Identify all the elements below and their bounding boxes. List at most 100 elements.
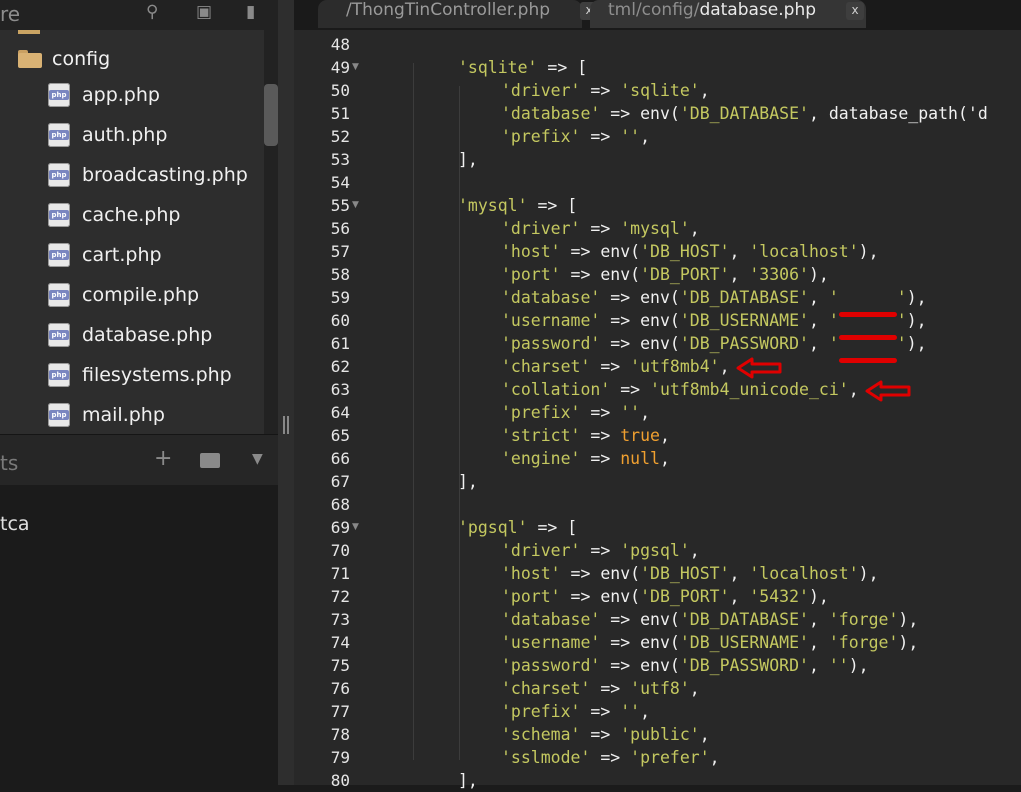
annotation-arrow-icon xyxy=(865,380,911,401)
code-line[interactable]: 'database' => env('DB_DATABASE', 'forge'… xyxy=(360,608,918,631)
tab-bar: /ThongTinController.php x tml/config/dat… xyxy=(294,0,1021,30)
php-file-icon: php xyxy=(48,203,70,227)
code-line[interactable]: ], xyxy=(360,470,478,493)
php-file-icon: php xyxy=(48,403,70,427)
code-line[interactable]: 'prefix' => '', xyxy=(360,700,650,723)
close-icon[interactable]: x xyxy=(846,2,864,20)
line-number: 54 xyxy=(330,173,350,192)
file-label: filesystems.php xyxy=(82,364,232,386)
chevron-down-icon[interactable]: ▼ xyxy=(252,451,263,467)
code-line[interactable]: 'port' => env('DB_PORT', '5432'), xyxy=(360,585,829,608)
line-number: 74 xyxy=(330,633,350,652)
line-number: 73 xyxy=(330,610,350,629)
annotation-arrow-icon xyxy=(736,357,781,378)
file-item[interactable]: php cache.php xyxy=(48,200,180,230)
file-label: auth.php xyxy=(82,124,168,146)
line-number: 78 xyxy=(330,725,350,744)
line-number: 52 xyxy=(330,127,350,146)
line-number: 72 xyxy=(330,587,350,606)
search-icon[interactable]: ⚲ xyxy=(146,2,158,22)
archive-icon[interactable]: ▣ xyxy=(196,2,212,22)
code-line[interactable]: 'engine' => null, xyxy=(360,447,670,470)
tab-thongtincontroller[interactable]: /ThongTinController.php x xyxy=(318,0,598,28)
line-number: 64 xyxy=(330,403,350,422)
code-line[interactable]: 'charset' => 'utf8', xyxy=(360,677,700,700)
line-number: 55 xyxy=(330,196,350,215)
pane-splitter[interactable] xyxy=(278,0,294,785)
line-number: 62 xyxy=(330,357,350,376)
code-line[interactable]: ], xyxy=(360,148,478,171)
line-number: 53 xyxy=(330,150,350,169)
code-line[interactable]: 'strict' => true, xyxy=(360,424,670,447)
code-line[interactable]: 'port' => env('DB_PORT', '3306'), xyxy=(360,263,829,286)
code-line[interactable]: 'mysql' => [ xyxy=(360,194,577,217)
sidebar-header-label: re xyxy=(0,2,21,26)
project-item[interactable]: tca xyxy=(0,513,30,535)
folder-icon xyxy=(18,50,42,68)
fold-toggle-icon[interactable]: ▼ xyxy=(352,62,359,72)
line-number: 49 xyxy=(330,58,350,77)
code-line[interactable]: 'password' => env('DB_PASSWORD', ''), xyxy=(360,332,927,363)
code-line[interactable]: 'database' => env('DB_DATABASE', databas… xyxy=(360,102,988,125)
code-line[interactable]: 'driver' => 'pgsql', xyxy=(360,539,700,562)
line-number: 63 xyxy=(330,380,350,399)
tab-label: /ThongTinController.php xyxy=(346,0,551,20)
code-line[interactable]: 'password' => env('DB_PASSWORD', ''), xyxy=(360,654,869,677)
file-label: compile.php xyxy=(82,284,200,306)
archive-icon[interactable] xyxy=(200,453,220,468)
fold-toggle-icon[interactable]: ▼ xyxy=(352,200,359,210)
line-number: 59 xyxy=(330,288,350,307)
file-label: database.php xyxy=(82,324,213,346)
file-item[interactable]: php app.php xyxy=(48,80,160,110)
add-icon[interactable]: + xyxy=(154,446,172,471)
file-item[interactable]: php broadcasting.php xyxy=(48,160,248,190)
file-item[interactable]: php auth.php xyxy=(48,120,167,150)
line-number: 66 xyxy=(330,449,350,468)
code-line[interactable]: 'database' => env('DB_DATABASE', ' '), xyxy=(360,286,927,317)
splitter-grip[interactable] xyxy=(283,416,289,434)
code-line[interactable]: 'prefix' => '', xyxy=(360,401,650,424)
folder-config[interactable]: config xyxy=(18,44,110,74)
code-line[interactable]: ], xyxy=(360,769,478,792)
file-label: cart.php xyxy=(82,244,162,266)
folder-label: config xyxy=(52,48,111,70)
code-line[interactable]: 'host' => env('DB_HOST', 'localhost'), xyxy=(360,240,879,263)
code-line[interactable]: 'collation' => 'utf8mb4_unicode_ci', xyxy=(360,378,911,401)
save-icon[interactable]: ▮ xyxy=(246,2,255,22)
sidebar-scrollbar-thumb[interactable] xyxy=(264,84,278,146)
tab-label: tml/config/database.php xyxy=(608,0,817,20)
code-line[interactable]: 'charset' => 'utf8mb4', xyxy=(360,355,782,378)
sidebar-bottom-panel: tca xyxy=(0,485,278,785)
php-file-icon: php xyxy=(48,83,70,107)
file-tree: config php app.php php auth.php php broadcast… xyxy=(0,30,264,434)
file-item[interactable]: php mail.php xyxy=(48,400,165,430)
line-number: 76 xyxy=(330,679,350,698)
line-number: 60 xyxy=(330,311,350,330)
file-item[interactable]: php filesystems.php xyxy=(48,360,232,390)
php-file-icon: php xyxy=(48,123,70,147)
code-line[interactable]: 'sqlite' => [ xyxy=(360,56,587,79)
line-number: 48 xyxy=(330,35,350,54)
file-item[interactable]: php compile.php xyxy=(48,280,199,310)
line-number: 70 xyxy=(330,541,350,560)
sidebar-section-header: ts + ▼ xyxy=(0,434,278,485)
line-number: 51 xyxy=(330,104,350,123)
line-number: 56 xyxy=(330,219,350,238)
tab-database-php[interactable]: tml/config/database.php x xyxy=(590,0,866,28)
code-line[interactable]: 'pgsql' => [ xyxy=(360,516,577,539)
code-line[interactable]: 'username' => env('DB_USERNAME', ' '), xyxy=(360,309,927,340)
code-line[interactable]: 'driver' => 'mysql', xyxy=(360,217,700,240)
code-line[interactable]: 'prefix' => '', xyxy=(360,125,650,148)
file-item[interactable]: php cart.php xyxy=(48,240,162,270)
line-number: 67 xyxy=(330,472,350,491)
code-line[interactable]: 'host' => env('DB_HOST', 'localhost'), xyxy=(360,562,879,585)
line-number: 58 xyxy=(330,265,350,284)
line-number: 75 xyxy=(330,656,350,675)
line-number: 79 xyxy=(330,748,350,767)
file-item[interactable]: php database.php xyxy=(48,320,212,350)
line-number: 65 xyxy=(330,426,350,445)
code-line[interactable]: 'username' => env('DB_USERNAME', 'forge'… xyxy=(360,631,918,654)
fold-toggle-icon[interactable]: ▼ xyxy=(352,522,359,532)
parent-folder-edge xyxy=(18,30,40,34)
indent-guide xyxy=(413,63,414,760)
